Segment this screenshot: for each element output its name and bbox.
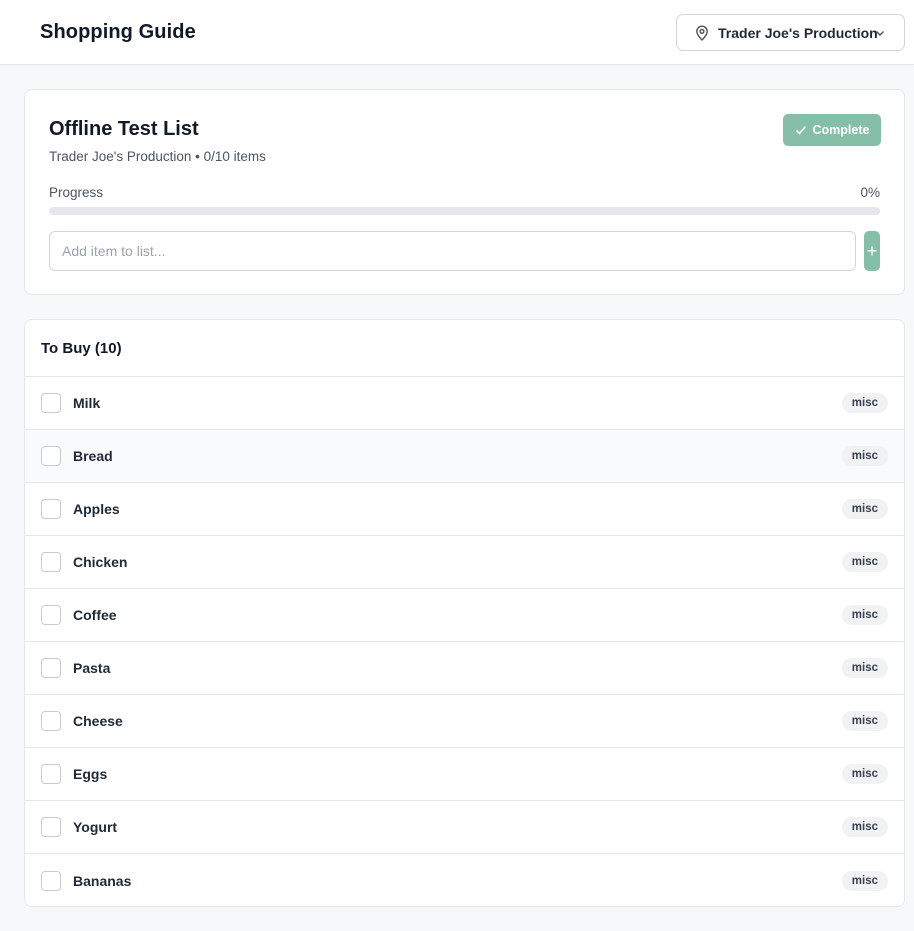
map-pin-icon: [695, 25, 709, 41]
check-icon: [795, 124, 807, 136]
store-selector[interactable]: Trader Joe's Production: [676, 14, 905, 51]
list-item: Coffee misc: [25, 589, 904, 642]
list-item: Eggs misc: [25, 748, 904, 801]
list-item: Milk misc: [25, 377, 904, 430]
to-buy-card: To Buy (10) Milk misc Bread misc Apples …: [24, 319, 905, 907]
to-buy-heading: To Buy (10): [41, 339, 122, 357]
progress-bar: [49, 207, 880, 215]
item-name: Apples: [73, 501, 120, 517]
category-badge: misc: [841, 393, 888, 413]
chevron-down-icon: [874, 27, 886, 39]
item-checkbox[interactable]: [41, 711, 61, 731]
category-badge: misc: [841, 711, 888, 731]
list-item: Pasta misc: [25, 642, 904, 695]
item-checkbox[interactable]: [41, 393, 61, 413]
item-name: Bread: [73, 448, 113, 464]
item-name: Eggs: [73, 766, 108, 782]
to-buy-header: To Buy (10): [25, 320, 904, 377]
category-badge: misc: [841, 499, 888, 519]
item-name: Coffee: [73, 607, 117, 623]
item-name: Milk: [73, 395, 101, 411]
item-checkbox[interactable]: [41, 817, 61, 837]
progress-label: Progress: [49, 185, 104, 200]
category-badge: misc: [841, 817, 888, 837]
top-bar: Shopping Guide Trader Joe's Production: [0, 0, 914, 65]
app-title: Shopping Guide: [40, 21, 196, 43]
add-item-button[interactable]: +: [864, 231, 880, 271]
list-subtitle: Trader Joe's Production • 0/10 items: [49, 149, 266, 164]
list-item: Chicken misc: [25, 536, 904, 589]
category-badge: misc: [841, 658, 888, 678]
list-item: Yogurt misc: [25, 801, 904, 854]
item-checkbox[interactable]: [41, 658, 61, 678]
list-item: Bananas misc: [25, 854, 904, 906]
list-card: Offline Test List Trader Joe's Productio…: [24, 89, 905, 295]
category-badge: misc: [841, 870, 888, 891]
item-list: Milk misc Bread misc Apples misc Chicken…: [25, 377, 904, 906]
item-checkbox[interactable]: [41, 499, 61, 519]
item-checkbox[interactable]: [41, 764, 61, 784]
category-badge: misc: [841, 764, 888, 784]
store-selector-label: Trader Joe's Production: [718, 24, 878, 41]
category-badge: misc: [841, 552, 888, 572]
item-name: Chicken: [73, 554, 128, 570]
progress-percent: 0%: [860, 185, 880, 200]
item-name: Yogurt: [73, 819, 118, 835]
item-checkbox[interactable]: [41, 446, 61, 466]
item-name: Bananas: [73, 872, 132, 889]
list-item: Cheese misc: [25, 695, 904, 748]
category-badge: misc: [841, 605, 888, 625]
item-name: Pasta: [73, 660, 111, 676]
list-item: Apples misc: [25, 483, 904, 536]
list-item: Bread misc: [25, 430, 904, 483]
complete-button[interactable]: Complete: [783, 114, 881, 146]
category-badge: misc: [841, 446, 888, 466]
item-name: Cheese: [73, 713, 123, 729]
complete-button-label: Complete: [812, 123, 870, 137]
add-item-input[interactable]: [49, 231, 856, 271]
list-title: Offline Test List: [49, 118, 199, 140]
item-checkbox[interactable]: [41, 552, 61, 572]
item-checkbox[interactable]: [41, 870, 61, 891]
item-checkbox[interactable]: [41, 605, 61, 625]
